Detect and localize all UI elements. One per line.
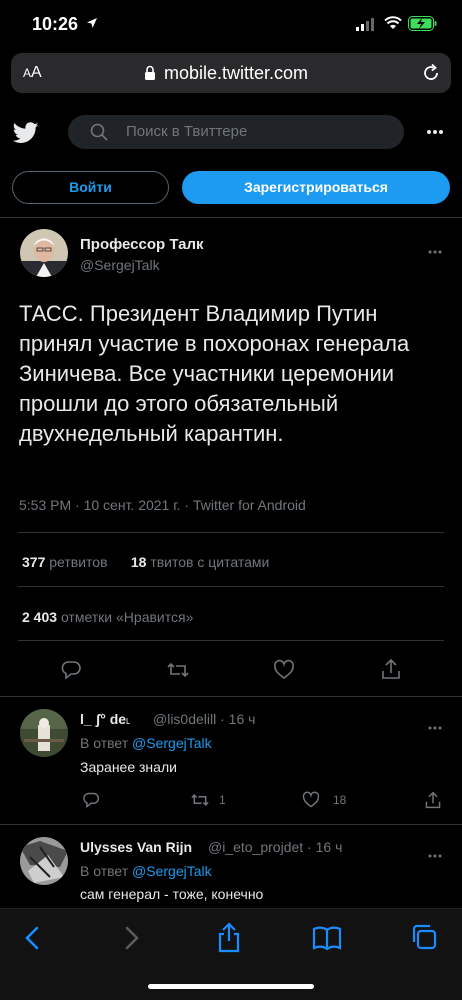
share-sheet-icon[interactable] — [216, 921, 242, 958]
tweet-text: ТАСС. Президент Владимир Путин принял уч… — [19, 301, 410, 446]
retweet-icon[interactable] — [166, 659, 190, 686]
reply-author-name[interactable]: Ulysses Van Rijn — [80, 839, 192, 855]
reply-reply-icon[interactable] — [82, 791, 100, 814]
reply-to-line: В ответ @SergejTalk — [80, 735, 212, 751]
author-handle[interactable]: @SergejTalk — [80, 257, 160, 273]
tabs-icon[interactable] — [410, 923, 438, 956]
reply-author-handle[interactable]: @lis0delill · 16 ч — [153, 711, 255, 727]
reply-author-name[interactable]: l_ ʃ° de˪ — [80, 711, 131, 727]
author-name[interactable]: Профессор Талк — [80, 236, 204, 253]
retweets-count: 377 — [22, 554, 46, 570]
lock-icon — [144, 65, 156, 86]
status-bar: 10:26 — [0, 0, 462, 50]
location-arrow-icon — [86, 16, 98, 34]
likes-divider — [18, 640, 444, 641]
retweet-stats[interactable]: 377 ретвитов 18 твитов с цитатами — [22, 554, 269, 570]
reply-text: сам генерал - тоже, конечно — [80, 886, 264, 902]
tweet-divider — [0, 696, 462, 697]
reload-icon[interactable] — [421, 63, 441, 88]
meta-divider — [18, 532, 444, 533]
reply-like-icon[interactable] — [302, 791, 320, 814]
reply-avatar[interactable] — [20, 709, 68, 757]
address-bar[interactable]: AA mobile.twitter.com — [11, 53, 451, 93]
likes-stats[interactable]: 2 403 отметки «Нравится» — [22, 609, 193, 625]
login-button[interactable]: Войти — [12, 171, 169, 204]
reply-to-mention[interactable]: @SergejTalk — [132, 863, 212, 879]
like-icon[interactable] — [273, 659, 295, 686]
reply-share-icon[interactable] — [424, 790, 442, 815]
header-divider — [0, 217, 462, 218]
back-icon[interactable] — [22, 925, 42, 956]
signup-button[interactable]: Зарегистрироваться — [182, 171, 450, 204]
author-avatar[interactable] — [20, 229, 68, 277]
bookmarks-icon[interactable] — [312, 925, 342, 956]
reply-to-line: В ответ @SergejTalk — [80, 863, 212, 879]
reply-more-icon[interactable] — [428, 717, 442, 735]
tweet-more-icon[interactable] — [428, 241, 442, 259]
reply-to-mention[interactable]: @SergejTalk — [132, 735, 212, 751]
likes-count: 2 403 — [22, 609, 58, 625]
status-time: 10:26 — [32, 14, 79, 34]
twitter-bird-icon[interactable] — [12, 122, 39, 149]
stats-divider — [18, 586, 444, 587]
reply-like-count: 18 — [333, 793, 347, 807]
quotes-label: твитов с цитатами — [150, 554, 270, 570]
tweet-meta[interactable]: 5:53 PM · 10 сент. 2021 г. · Twitter for… — [19, 497, 306, 513]
search-input[interactable]: Поиск в Твиттере — [68, 115, 404, 149]
battery-charging-icon — [408, 16, 438, 36]
cellular-signal-icon — [356, 18, 374, 36]
quotes-count: 18 — [130, 554, 147, 570]
reply-text: Заранее знали — [80, 759, 177, 775]
forward-icon[interactable] — [122, 925, 142, 956]
retweets-label: ретвитов — [49, 554, 108, 570]
home-indicator — [148, 984, 314, 989]
likes-label: отметки «Нравится» — [60, 609, 194, 625]
reply-avatar[interactable] — [20, 837, 68, 885]
reply-icon[interactable] — [60, 659, 82, 686]
reply-retweet-count: 1 — [219, 793, 226, 807]
share-icon[interactable] — [380, 657, 402, 686]
reply-more-icon[interactable] — [428, 845, 442, 863]
reply-author-handle[interactable]: @i_eto_projdet · 16 ч — [208, 839, 342, 855]
search-placeholder: Поиск в Твиттере — [126, 123, 248, 140]
reply-retweet-icon[interactable] — [190, 791, 210, 814]
wifi-icon — [384, 16, 402, 35]
reader-aa-button[interactable]: AA — [23, 64, 42, 82]
url-text[interactable]: mobile.twitter.com — [164, 63, 308, 84]
reply-divider — [0, 824, 462, 825]
search-icon — [90, 123, 108, 146]
more-options-icon[interactable] — [426, 122, 444, 140]
